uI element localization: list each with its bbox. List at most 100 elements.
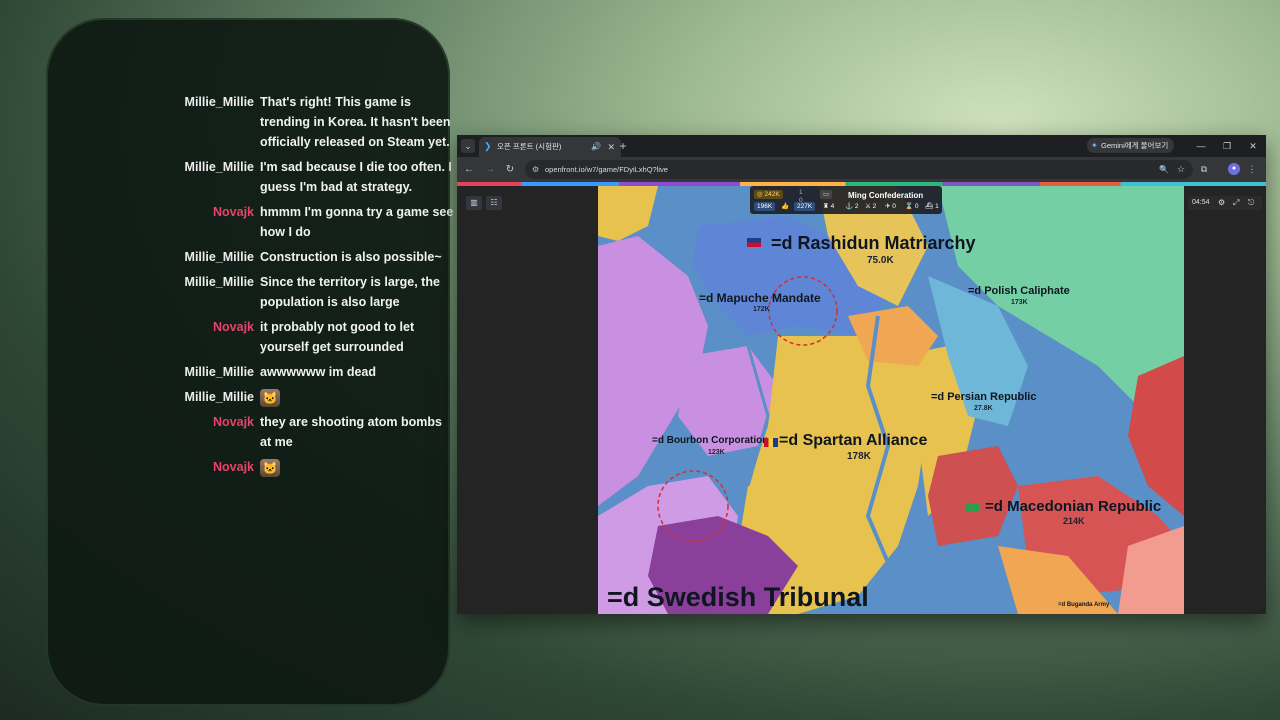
puzzle-icon[interactable]: ⧉	[1198, 163, 1210, 175]
territory-pop: 75.0K	[867, 255, 894, 266]
id-card-icon: ▭	[820, 190, 833, 199]
chat-text: 🐱	[260, 387, 456, 407]
chat-text: they are shooting atom bombs at me	[260, 415, 442, 449]
cat-emote-icon: 🐱	[260, 388, 280, 407]
chat-username[interactable]: Millie_Millie	[136, 387, 260, 407]
chat-text: hmmm I'm gonna try a game see how I do	[260, 205, 454, 239]
star-icon[interactable]: ☆	[1177, 160, 1185, 179]
team-icon[interactable]: ☷	[486, 196, 502, 210]
chat-username[interactable]: Novajk	[136, 457, 260, 477]
brazil-flag-icon	[965, 503, 979, 512]
thumbs-up-icon: 👍	[781, 203, 790, 210]
chat-message: Millie_Millie awwwwww im dead	[136, 362, 456, 382]
game-controls: 04:54 ⚙ ⤢ ⎋	[1188, 196, 1262, 210]
territory-label: =d Persian Republic	[931, 391, 1037, 403]
city-count: ♜ 4	[823, 203, 835, 210]
close-icon[interactable]: ✕	[607, 137, 615, 157]
chat-username[interactable]: Novajk	[136, 412, 260, 452]
territory-label: =d Swedish Tribunal	[607, 582, 869, 612]
speaker-icon[interactable]: 🔊	[591, 137, 601, 157]
avatar[interactable]: ●	[1228, 163, 1240, 175]
territory-pop: 173K	[1011, 299, 1028, 306]
chat-username[interactable]: Millie_Millie	[136, 92, 260, 152]
chat-text: I'm sad because I die too often. I guess…	[260, 160, 452, 194]
gemini-sparkle-icon: ✦	[1091, 141, 1098, 150]
leaderboard-icon[interactable]: ▥	[466, 196, 482, 210]
forward-arrow-icon[interactable]: →	[483, 163, 497, 177]
address-bar[interactable]: ⚙ openfront.io/w7/game/FDyiLxhQ?live 🔍 ☆	[525, 160, 1193, 179]
back-arrow-icon[interactable]: ←	[462, 163, 476, 177]
chat-message: Millie_Millie Since the territory is larg…	[136, 272, 456, 312]
territory-label: =d Buganda Army	[1058, 602, 1110, 608]
cat-emote-icon: 🐱	[260, 458, 280, 477]
territory-label: =d Mapuche Mandate	[699, 291, 821, 305]
territory-pop: 123K	[708, 449, 725, 456]
chat-text: Since the territory is large, the popula…	[260, 275, 440, 309]
silo-count: ⌛ 0	[905, 203, 919, 210]
territory-pop: 172K	[753, 306, 770, 313]
chat-text: Construction is also possible~	[260, 250, 442, 264]
fullscreen-icon[interactable]: ⤢	[1233, 196, 1239, 210]
territory-label: =d Polish Caliphate	[968, 285, 1070, 297]
chat-panel: Millie_Millie That's right! This game is …	[46, 18, 453, 706]
game-timer: 04:54	[1192, 199, 1210, 206]
chat-message: Millie_Millie I'm sad because I die too o…	[136, 157, 456, 197]
territory-label: =d Bourbon Corporation	[652, 435, 769, 446]
tab-openfront[interactable]: ❯ 오픈 프론트 (시험판) 🔊 ✕	[479, 137, 621, 157]
tab-title: 오픈 프론트 (시험판)	[497, 142, 562, 151]
territory-label: =d Rashidun Matriarchy	[771, 233, 976, 253]
missile-count: ✈ 0	[885, 203, 896, 210]
window-close-icon[interactable]: ✕	[1246, 139, 1260, 153]
new-tab-button[interactable]: +	[616, 139, 630, 153]
port-count: ⚓ 2	[845, 203, 859, 210]
flag-icon	[764, 438, 778, 447]
territory-pop: 178K	[847, 451, 871, 462]
territory-pop: 214K	[1063, 516, 1085, 526]
chevron-down-icon[interactable]: ⌄	[461, 139, 475, 153]
restore-icon[interactable]: ❐	[1220, 139, 1234, 153]
chat-username[interactable]: Millie_Millie	[136, 247, 260, 267]
defense-count: ⚔ 2	[865, 203, 877, 210]
chat-text: That's right! This game is trending in K…	[260, 95, 451, 149]
chat-username[interactable]: Millie_Millie	[136, 362, 260, 382]
chat-text: awwwwww im dead	[260, 365, 376, 379]
url-text: openfront.io/w7/game/FDyiLxhQ?live	[545, 165, 668, 174]
chat-username[interactable]: Millie_Millie	[136, 272, 260, 312]
zoom-icon[interactable]: 🔍	[1159, 160, 1169, 179]
chat-message: Novajk they are shooting atom bombs at me	[136, 412, 456, 452]
chat-text: it probably not good to let yourself get…	[260, 320, 415, 354]
troops-counter: 196K	[754, 202, 776, 211]
settings-gear-icon[interactable]: ⚙	[1218, 196, 1225, 210]
player-info-hud: ◎ 242K 1 0 ▭ 196K 👍 227K ♜ 4 ⚓ 2 ⚔ 2 ✈ 0…	[750, 186, 942, 214]
game-canvas[interactable]: ▥ ☷ ◎ 242K 1 0 ▭ 196K 👍 227K ♜ 4 ⚓ 2 ⚔ 2…	[457, 186, 1266, 614]
chat-message: Millie_Millie 🐱	[136, 387, 456, 407]
exit-icon[interactable]: ⎋	[1248, 196, 1254, 210]
browser-window: ⌄ ❯ 오픈 프론트 (시험판) 🔊 ✕ + ✦ Gemini에게 물어보기 —…	[457, 135, 1266, 614]
gemini-label: Gemini에게 물어보기	[1101, 141, 1169, 150]
territory-label: =d Macedonian Republic	[985, 498, 1162, 515]
ship-count: ⛴ 1	[925, 203, 939, 210]
tab-bar: ⌄ ❯ 오픈 프론트 (시험판) 🔊 ✕ + ✦ Gemini에게 물어보기 —…	[457, 135, 1266, 157]
uk-flag-icon	[747, 238, 761, 247]
territory-pop: 27.8K	[974, 405, 993, 412]
tune-icon[interactable]: ⚙	[532, 160, 539, 179]
chat-message: Novajk it probably not good to let yourse…	[136, 317, 456, 357]
chat-text: 🐱	[260, 457, 456, 477]
reload-icon[interactable]: ↻	[503, 163, 517, 177]
browser-toolbar: ← → ↻ ⚙ openfront.io/w7/game/FDyiLxhQ?li…	[457, 157, 1266, 182]
hovered-player-name: Ming Confederation	[848, 191, 924, 200]
gold-counter: ◎ 242K	[754, 190, 783, 199]
troops-counter-b: 227K	[794, 202, 816, 211]
territory-label: =d Spartan Alliance	[779, 432, 928, 449]
chat-username[interactable]: Novajk	[136, 202, 260, 242]
chat-username[interactable]: Novajk	[136, 317, 260, 357]
chat-message-list: Millie_Millie That's right! This game is …	[136, 92, 456, 482]
minimize-icon[interactable]: —	[1194, 139, 1208, 153]
chat-message: Novajk 🐱	[136, 457, 456, 477]
chat-message: Millie_Millie Construction is also possib…	[136, 247, 456, 267]
chat-username[interactable]: Millie_Millie	[136, 157, 260, 197]
chat-message: Novajk hmmm I'm gonna try a game see how …	[136, 202, 456, 242]
openfront-favicon-icon: ❯	[484, 141, 492, 151]
kebab-menu-icon[interactable]: ⋮	[1247, 163, 1257, 175]
gemini-button[interactable]: ✦ Gemini에게 물어보기	[1087, 138, 1175, 153]
